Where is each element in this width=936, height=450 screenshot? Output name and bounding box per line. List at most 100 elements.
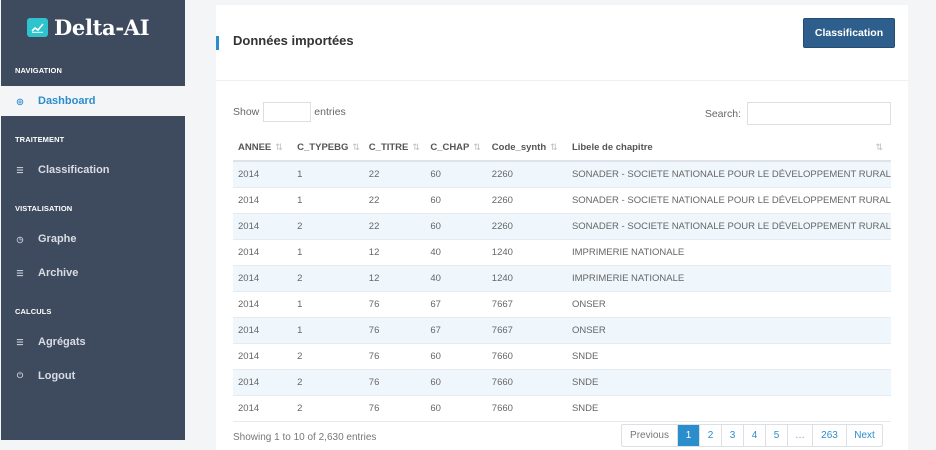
data-table: ANNEE ⇅ C_TYPEBG ⇅ C_TITRE ⇅ C_CHAP ⇅ Code_synth… [233,135,891,422]
sort-icon: ⇅ [473,142,481,152]
table-cell: 60 [425,161,487,188]
next-page-button[interactable]: Next [846,425,882,446]
table-cell: SONADER - SOCIETE NATIONALE POUR LE DÉVE… [566,213,891,240]
column-header[interactable]: C_TITRE ⇅ [363,135,426,162]
sidebar-item-classification[interactable]: ☰ Classification [1,155,185,185]
sidebar: Delta-AI NAVIGATION ◎ Dashboard TRAITEME… [1,0,185,440]
column-header[interactable]: C_TYPEBG ⇅ [292,135,364,162]
entries-label: entries [314,106,346,118]
sidebar-item-label: Dashboard [38,95,96,107]
table-row: 2014 2 22 60 2260 SONADER - SOCIETE NATIONALE… [233,213,891,240]
classification-button[interactable]: Classification [803,18,895,48]
table-cell: ONSER [566,317,891,344]
table-cell: SNDE [566,343,891,370]
column-header[interactable]: C_CHAP ⇅ [425,135,487,162]
table-cell: 22 [363,187,426,214]
column-header-label: C_TITRE [368,142,409,153]
table-cell: 22 [363,213,426,240]
column-header[interactable]: ANNEE ⇅ [233,135,293,162]
dashboard-icon: ◎ [16,96,24,106]
sidebar-item-dashboard[interactable]: ◎ Dashboard [1,86,185,116]
sort-icon: ⇅ [875,142,883,152]
page-button-1[interactable]: 1 [677,425,699,446]
table-cell: 2 [292,369,364,396]
column-header-label: Code_synth [491,142,547,153]
sidebar-item-label: Agrégats [38,336,86,348]
table-row: 2014 1 76 67 7667 ONSER [233,291,891,318]
table-cell: 2 [292,343,364,370]
table-cell: SNDE [566,395,891,422]
table-cell: 12 [363,239,426,266]
table-cell: 12 [363,265,426,292]
page-button-263[interactable]: 263 [812,425,846,446]
table-cell: 67 [425,291,487,318]
title-accent-bar [216,36,219,50]
column-header[interactable]: Code_synth ⇅ [486,135,567,162]
entries-select[interactable] [263,102,312,122]
sidebar-item-agregats[interactable]: ☰ Agrégats [1,327,185,357]
table-cell: 7660 [486,343,567,370]
table-body: 2014 1 22 60 2260 SONADER - SOCIETE NATIONALE… [233,161,891,422]
table-cell: ONSER [566,291,891,318]
sort-icon: ⇅ [412,142,420,152]
table-cell: 2014 [233,291,293,318]
table-row: 2014 2 76 60 7660 SNDE [233,343,891,370]
search: Search: [705,102,891,125]
table-cell: 2 [292,213,364,240]
column-header[interactable]: Libele de chapitre ⇅ [566,135,891,162]
brand-name: Delta-AI [54,15,150,40]
table-cell: 60 [425,395,487,422]
table-cell: 2014 [233,395,293,422]
table-row: 2014 2 76 60 7660 SNDE [233,369,891,396]
table-info: Showing 1 to 10 of 2,630 entries [233,432,377,443]
list-icon: ☰ [16,268,24,278]
table-row: 2014 1 76 67 7667 ONSER [233,317,891,344]
sidebar-item-label: Archive [38,267,79,279]
table-row: 2014 2 76 60 7660 SNDE [233,395,891,422]
table-cell: 2 [292,395,364,422]
page-title: Données importées [233,33,354,48]
column-header-label: C_CHAP [430,142,470,153]
table-cell: 76 [363,343,426,370]
table-cell: 2014 [233,317,293,344]
table-row: 2014 1 22 60 2260 SONADER - SOCIETE NATIONALE… [233,161,891,188]
page-button-4[interactable]: 4 [743,425,765,446]
table-row: 2014 1 22 60 2260 SONADER - SOCIETE NATIONALE… [233,187,891,214]
page-button-5[interactable]: 5 [765,425,787,446]
sidebar-item-graphe[interactable]: ◷ Graphe [1,224,185,254]
table-cell: 60 [425,187,487,214]
table-cell: 1240 [486,265,567,292]
table-cell: 2014 [233,239,293,266]
table-cell: 2260 [486,161,567,188]
list-icon: ☰ [16,337,24,347]
table-cell: 2014 [233,161,293,188]
column-header-label: ANNEE [238,142,272,153]
sidebar-item-archive[interactable]: ☰ Archive [1,258,185,288]
sidebar-item-logout[interactable]: ⏻ Logout [1,361,185,391]
table-cell: 76 [363,369,426,396]
table-cell: 1 [292,161,364,188]
table-cell: 1 [292,187,364,214]
sidebar-item-label: Graphe [38,233,77,245]
brand[interactable]: Delta-AI [1,0,185,55]
table-cell: 76 [363,317,426,344]
table-cell: IMPRIMERIE NATIONALE [566,265,891,292]
previous-page-button[interactable]: Previous [622,425,677,446]
show-label: Show [233,106,260,118]
page-button-2[interactable]: 2 [699,425,721,446]
section-title-vistalisation: VISTALISATION [15,204,73,213]
search-input[interactable] [747,102,891,125]
table-cell: 40 [425,239,487,266]
table-cell: 7667 [486,291,567,318]
table-row: 2014 1 12 40 1240 IMPRIMERIE NATIONALE [233,239,891,266]
table-cell: 2014 [233,343,293,370]
table-cell: 7660 [486,395,567,422]
table-cell: 7667 [486,317,567,344]
section-title-traitement: TRAITEMENT [15,135,65,144]
table-cell: 1 [292,291,364,318]
table-cell: 2260 [486,213,567,240]
page-button-3[interactable]: 3 [721,425,743,446]
table-cell: SONADER - SOCIETE NATIONALE POUR LE DÉVE… [566,187,891,214]
list-icon: ☰ [16,165,24,175]
power-icon: ⏻ [16,371,24,380]
